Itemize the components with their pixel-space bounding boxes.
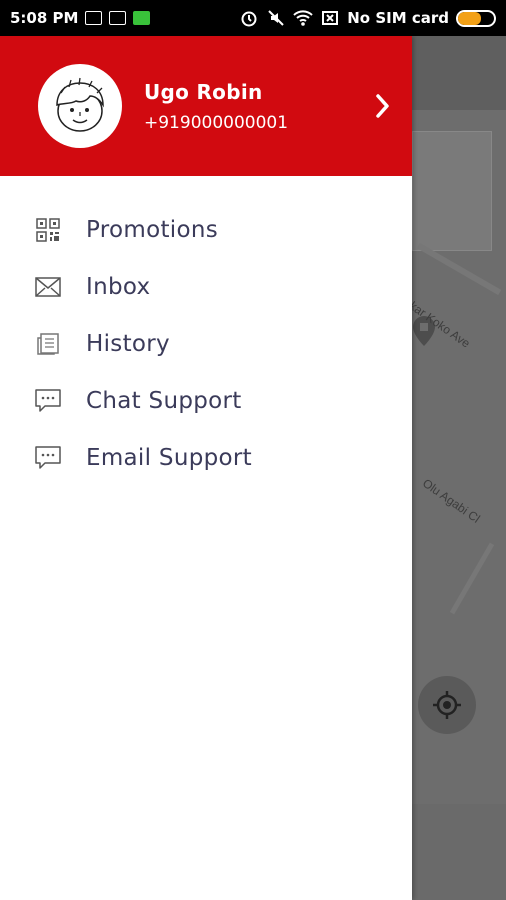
user-info: Ugo Robin +919000000001	[144, 80, 288, 133]
cartoon-avatar-icon	[56, 77, 104, 132]
mute-icon	[268, 10, 284, 26]
map-view[interactable]: hakar Koko Ave Olu Agabi Cl	[412, 36, 506, 900]
my-location-icon	[433, 691, 461, 719]
chevron-right-icon[interactable]	[374, 92, 392, 120]
envelope-icon	[35, 274, 61, 300]
drawer-profile-header[interactable]: Ugo Robin +919000000001	[0, 36, 412, 176]
menu-item-label: Inbox	[86, 273, 151, 300]
battery-icon	[456, 9, 496, 27]
notification-icon	[109, 11, 127, 25]
user-phone: +919000000001	[144, 112, 289, 133]
status-time: 5:08 PM	[10, 9, 79, 27]
app-icon	[133, 11, 151, 25]
battery-level	[458, 11, 482, 25]
my-location-button[interactable]	[418, 676, 476, 734]
drawer-menu: Promotions Inbox History Chat Support Em…	[0, 201, 412, 486]
menu-item-label: History	[86, 330, 170, 357]
map-bottom-bar	[412, 804, 506, 900]
carrier-label: No SIM card	[347, 9, 449, 27]
no-sim-icon	[322, 11, 339, 25]
map-street-label: Olu Agabi Cl	[419, 476, 483, 526]
status-bar: 5:08 PM No SIM card	[0, 0, 506, 36]
menu-item-email-support[interactable]: Email Support	[0, 429, 412, 486]
avatar	[38, 64, 122, 148]
user-name: Ugo Robin	[144, 79, 263, 104]
menu-item-promotions[interactable]: Promotions	[0, 201, 412, 258]
alarm-icon	[241, 11, 257, 27]
wifi-icon	[293, 10, 313, 26]
status-bar-left: 5:08 PM	[10, 9, 151, 27]
menu-item-label: Chat Support	[86, 387, 242, 414]
history-icon	[35, 331, 61, 357]
chat-bubble-icon	[35, 388, 61, 414]
map-overlay-card	[412, 131, 492, 251]
map-road	[449, 542, 495, 615]
menu-item-label: Email Support	[86, 444, 252, 471]
menu-item-chat-support[interactable]: Chat Support	[0, 372, 412, 429]
chat-bubble-icon	[35, 445, 61, 471]
status-bar-right: No SIM card	[239, 8, 496, 28]
menu-item-history[interactable]: History	[0, 315, 412, 372]
menu-item-label: Promotions	[86, 216, 219, 243]
menu-item-inbox[interactable]: Inbox	[0, 258, 412, 315]
qr-code-icon	[35, 217, 61, 243]
map-top-bar	[412, 36, 506, 110]
navigation-drawer: Ugo Robin +919000000001 Promotions Inbox…	[0, 36, 412, 900]
notification-icon	[85, 11, 103, 25]
